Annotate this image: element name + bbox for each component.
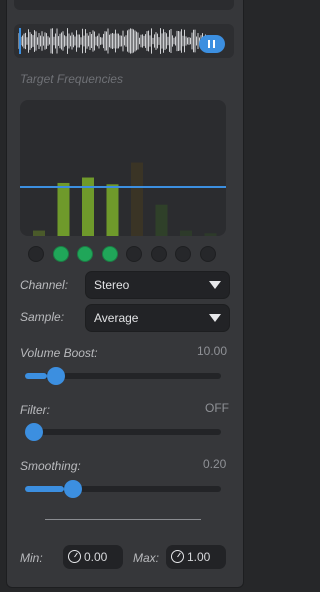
spectrum-bar-5 bbox=[131, 162, 143, 236]
min-value: 0.00 bbox=[84, 550, 108, 564]
band-toggle-4[interactable] bbox=[101, 246, 118, 262]
chevron-down-icon bbox=[209, 281, 221, 289]
min-label: Min: bbox=[20, 551, 43, 565]
band-toggle-5[interactable] bbox=[126, 246, 142, 262]
dial-icon bbox=[171, 550, 184, 563]
spectrum-bar-7 bbox=[180, 230, 192, 236]
band-toggle-3[interactable] bbox=[77, 246, 93, 262]
spectrum-bar-2 bbox=[57, 182, 70, 236]
filter-value: OFF bbox=[205, 401, 229, 415]
channel-select-value: Stereo bbox=[94, 278, 130, 292]
sample-select-value: Average bbox=[94, 311, 139, 325]
volume-boost-fill bbox=[25, 373, 47, 379]
volume-boost-label: Volume Boost: bbox=[20, 346, 98, 360]
filter-slider[interactable] bbox=[25, 423, 221, 441]
filter-label: Filter: bbox=[20, 403, 50, 417]
spectrum-bar-8 bbox=[204, 233, 217, 236]
pause-icon bbox=[208, 40, 210, 48]
channel-label: Channel: bbox=[20, 278, 69, 292]
min-field[interactable]: 0.00 bbox=[63, 545, 123, 569]
smoothing-value: 0.20 bbox=[203, 457, 227, 471]
dial-icon bbox=[68, 550, 81, 563]
volume-boost-slider[interactable] bbox=[25, 367, 221, 385]
band-toggle-2[interactable] bbox=[52, 246, 69, 262]
filter-thumb[interactable] bbox=[25, 423, 43, 441]
top-strip bbox=[14, 0, 234, 10]
channel-select[interactable]: Stereo bbox=[85, 271, 230, 299]
divider bbox=[45, 519, 201, 520]
smoothing-fill bbox=[25, 486, 65, 492]
smoothing-slider[interactable] bbox=[25, 480, 221, 498]
max-value: 1.00 bbox=[187, 550, 211, 564]
pause-icon-bar bbox=[213, 40, 215, 48]
max-label: Max: bbox=[133, 551, 160, 565]
sample-select[interactable]: Average bbox=[85, 304, 230, 332]
volume-boost-value: 10.00 bbox=[197, 344, 228, 358]
spectrum-bar-4 bbox=[106, 184, 119, 236]
sample-label: Sample: bbox=[20, 310, 65, 324]
waveform-graphic bbox=[18, 28, 208, 54]
spectrum-bar-6 bbox=[155, 204, 168, 236]
band-toggle-7[interactable] bbox=[175, 246, 191, 262]
chevron-down-icon bbox=[209, 314, 221, 322]
band-toggle-1[interactable] bbox=[28, 246, 44, 262]
smoothing-label: Smoothing: bbox=[20, 459, 81, 473]
frequency-spectrum bbox=[20, 100, 226, 236]
spectrum-graphic bbox=[20, 162, 226, 236]
volume-boost-thumb[interactable] bbox=[46, 367, 65, 385]
max-field[interactable]: 1.00 bbox=[166, 545, 226, 569]
target-frequencies-label: Target Frequencies bbox=[20, 72, 123, 86]
band-toggle-8[interactable] bbox=[199, 246, 216, 262]
pause-button[interactable] bbox=[199, 35, 225, 53]
band-toggle-6[interactable] bbox=[150, 246, 167, 262]
spectrum-bar-1 bbox=[33, 230, 45, 236]
